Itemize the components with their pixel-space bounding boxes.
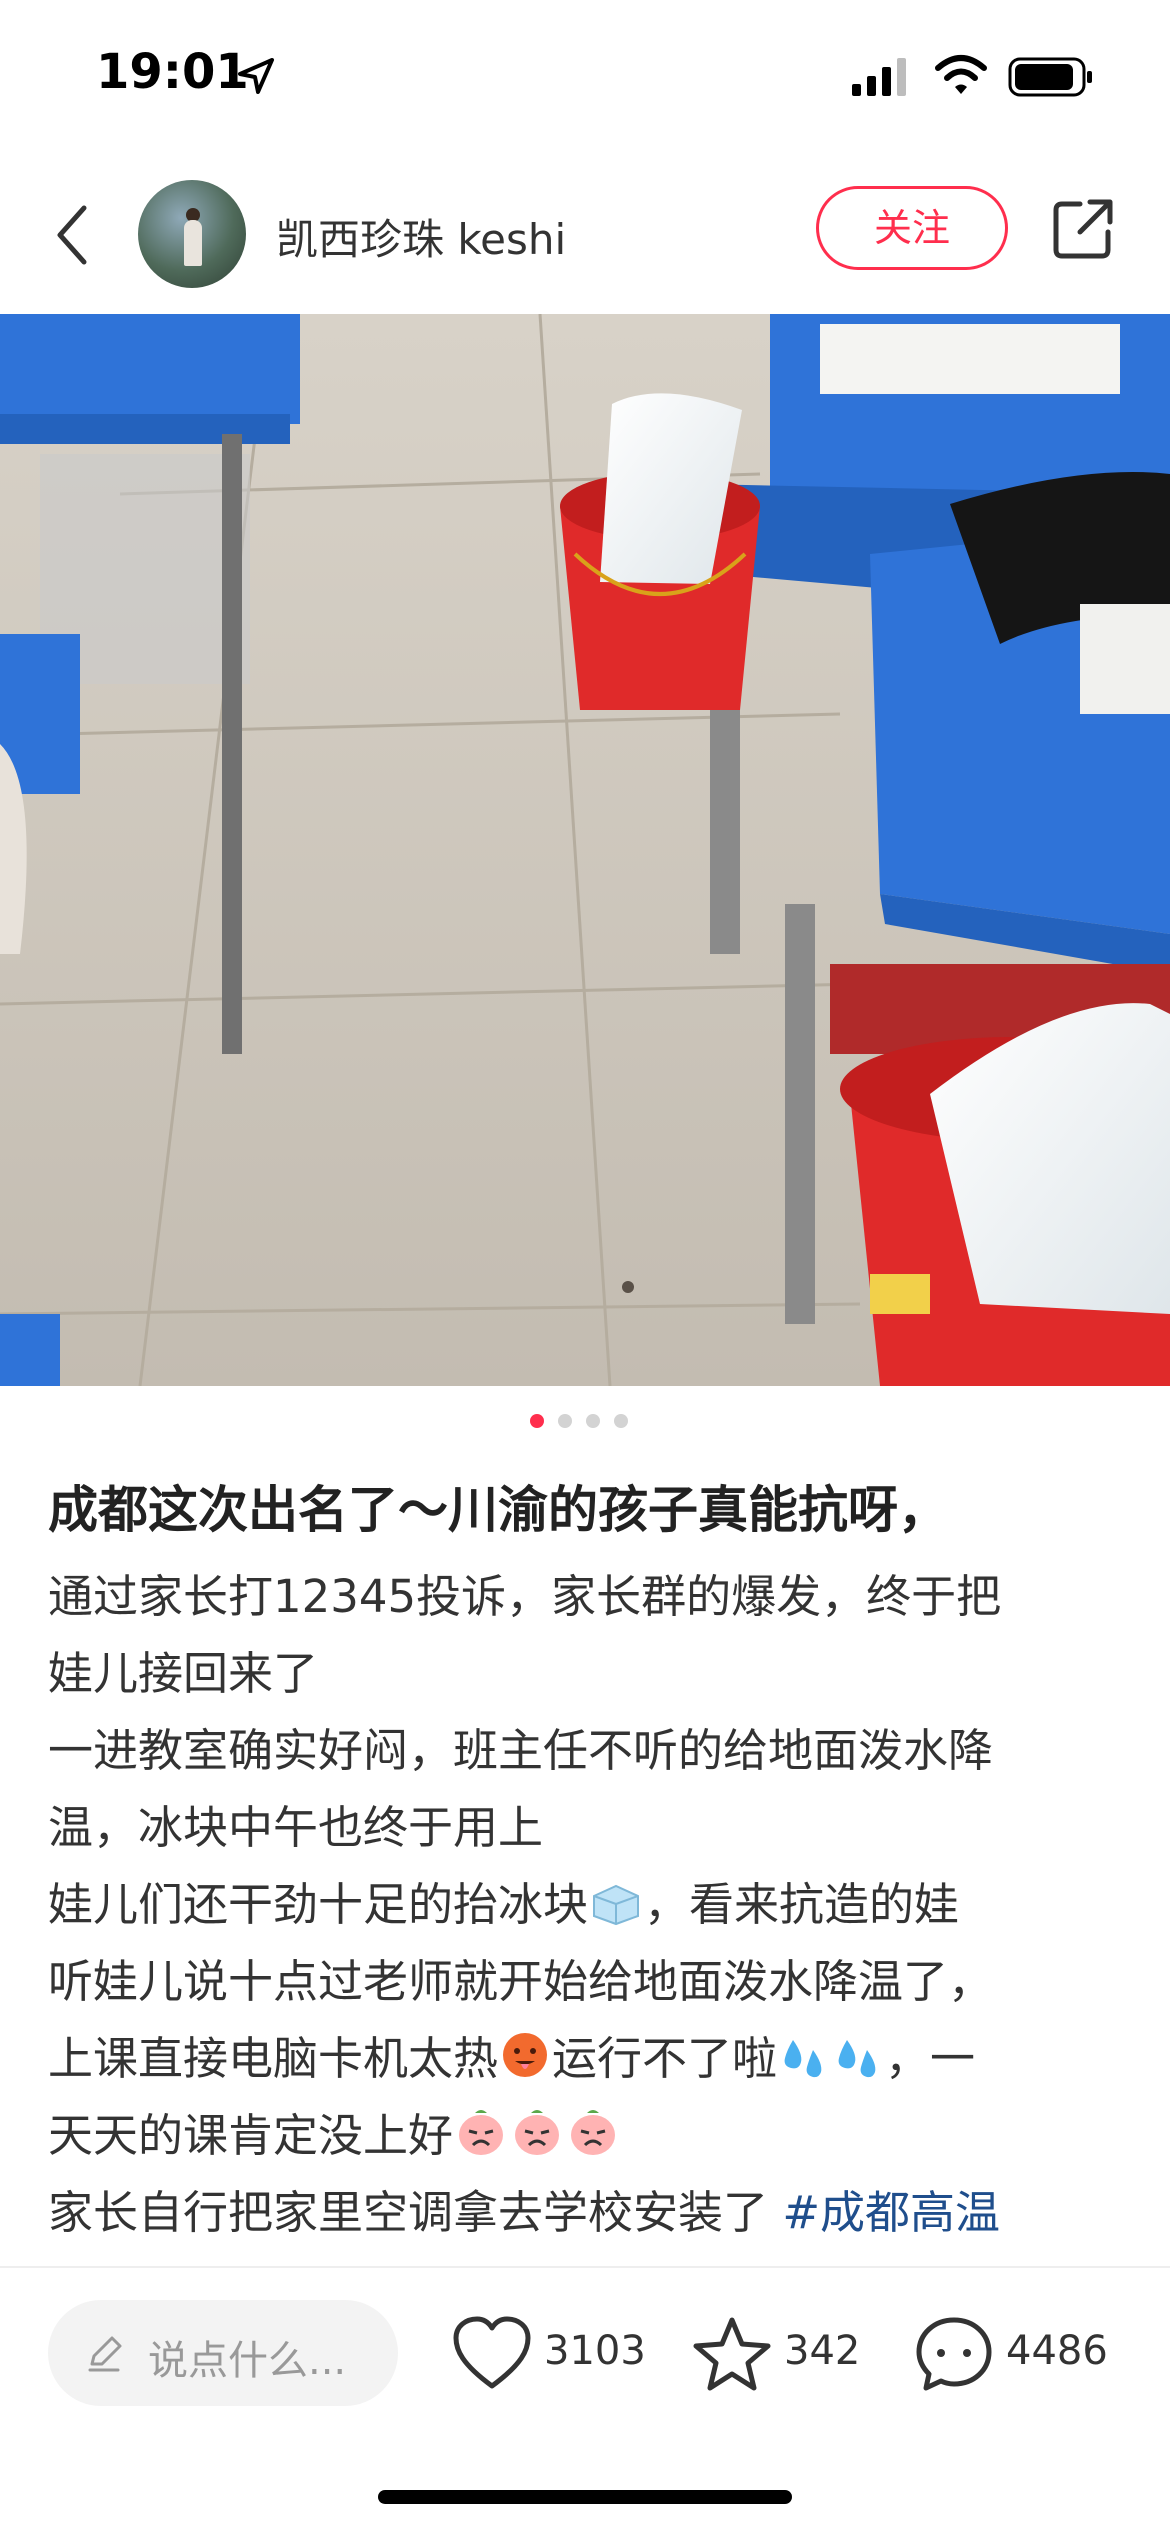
bottom-action-bar: 说点什么... 3103 342 4486: [0, 2266, 1170, 2436]
body-text: 家长自行把家里空调拿去学校安装了: [48, 2186, 769, 2239]
post-body: 通过家长打12345投诉，家长群的爆发，终于把 娃儿接回来了 一进教室确实好闷，…: [48, 1558, 1128, 2251]
body-text: 娃儿们还干劲十足的抬冰块: [48, 1878, 589, 1931]
carousel-dot-1[interactable]: [530, 1414, 544, 1428]
ice-bucket-2: [840, 1003, 1170, 1386]
author-name[interactable]: 凯西珍珠 keshi: [276, 206, 566, 267]
body-line: 通过家长打12345投诉，家长群的爆发，终于把: [48, 1570, 1002, 1623]
cellular-signal-icon: [852, 58, 906, 96]
like-button[interactable]: 3103: [452, 2316, 652, 2392]
sweat-droplets-icon: [784, 2040, 822, 2078]
body-line: 娃儿接回来了: [48, 1647, 319, 1700]
follow-button[interactable]: 关注: [816, 186, 1008, 270]
back-chevron-icon[interactable]: [48, 200, 98, 270]
body-line: 一进教室确实好闷，班主任不听的给地面泼水降: [48, 1724, 994, 1777]
post-title: 成都这次出名了～川渝的孩子真能抗呀，: [48, 1481, 948, 1539]
carousel-dot-4[interactable]: [614, 1414, 628, 1428]
battery-icon: [1008, 57, 1092, 97]
like-count: 3103: [544, 2328, 646, 2374]
avatar-figure-body: [184, 220, 202, 266]
comment-count: 4486: [1006, 2328, 1108, 2374]
collect-button[interactable]: 342: [692, 2316, 872, 2392]
comment-placeholder: 说点什么...: [148, 2338, 347, 2384]
carousel-dot-2[interactable]: [558, 1414, 572, 1428]
body-text: 上课直接电脑卡机太热: [48, 2032, 499, 2085]
body-line: 娃儿们还干劲十足的抬冰块 ，看来抗造的娃: [48, 1866, 1128, 1943]
body-text: ，一: [885, 2032, 976, 2085]
post-header: 凯西珍珠 keshi 关注: [0, 160, 1170, 310]
carousel-dot-3[interactable]: [586, 1414, 600, 1428]
sad-peach-sticker-icon: [571, 2110, 616, 2155]
star-icon: [693, 2317, 771, 2391]
comment-input[interactable]: 说点什么...: [48, 2300, 398, 2406]
hot-face-icon: [503, 2033, 548, 2077]
body-text: 天天的课肯定没上好: [48, 2109, 454, 2162]
body-line: 听娃儿说十点过老师就开始给地面泼水降温了，: [48, 1955, 994, 2008]
sad-peach-sticker-icon: [459, 2110, 504, 2155]
speech-bubble-icon: [916, 2317, 992, 2391]
body-text: 运行不了啦: [552, 2032, 778, 2085]
hashtag-link[interactable]: #成都高温: [782, 2186, 1000, 2239]
share-icon[interactable]: [1050, 196, 1116, 262]
post-photo[interactable]: [0, 314, 1170, 1386]
body-text: ，看来抗造的娃: [644, 1878, 960, 1931]
wifi-icon: [935, 55, 987, 94]
body-line: 温，冰块中午也终于用上: [48, 1801, 544, 1854]
classroom-photo: [0, 314, 1170, 1386]
sweat-droplets-icon: [838, 2040, 876, 2078]
status-time: 19:01: [96, 44, 249, 100]
body-line: 天天的课肯定没上好: [48, 2097, 1128, 2174]
body-line: 家长自行把家里空调拿去学校安装了 #成都高温: [48, 2174, 1128, 2251]
ice-cube-icon: [593, 1884, 640, 1926]
carousel-indicator[interactable]: [530, 1414, 628, 1434]
author-avatar[interactable]: [138, 180, 246, 288]
collect-count: 342: [784, 2328, 861, 2374]
home-indicator[interactable]: [378, 2490, 792, 2504]
location-arrow-icon: [238, 58, 274, 94]
sad-peach-sticker-icon: [515, 2110, 560, 2155]
status-bar: 19:01: [0, 0, 1170, 150]
heart-icon: [453, 2316, 531, 2389]
comment-button[interactable]: 4486: [914, 2316, 1124, 2392]
screen: 19:01 凯西珍珠 keshi 关注 成都这次出名了～川渝的孩子真能抗呀， 通…: [0, 0, 1170, 2532]
body-line: 上课直接电脑卡机太热 运行不了啦 ，一: [48, 2020, 1128, 2097]
pen-icon: [88, 2336, 122, 2372]
